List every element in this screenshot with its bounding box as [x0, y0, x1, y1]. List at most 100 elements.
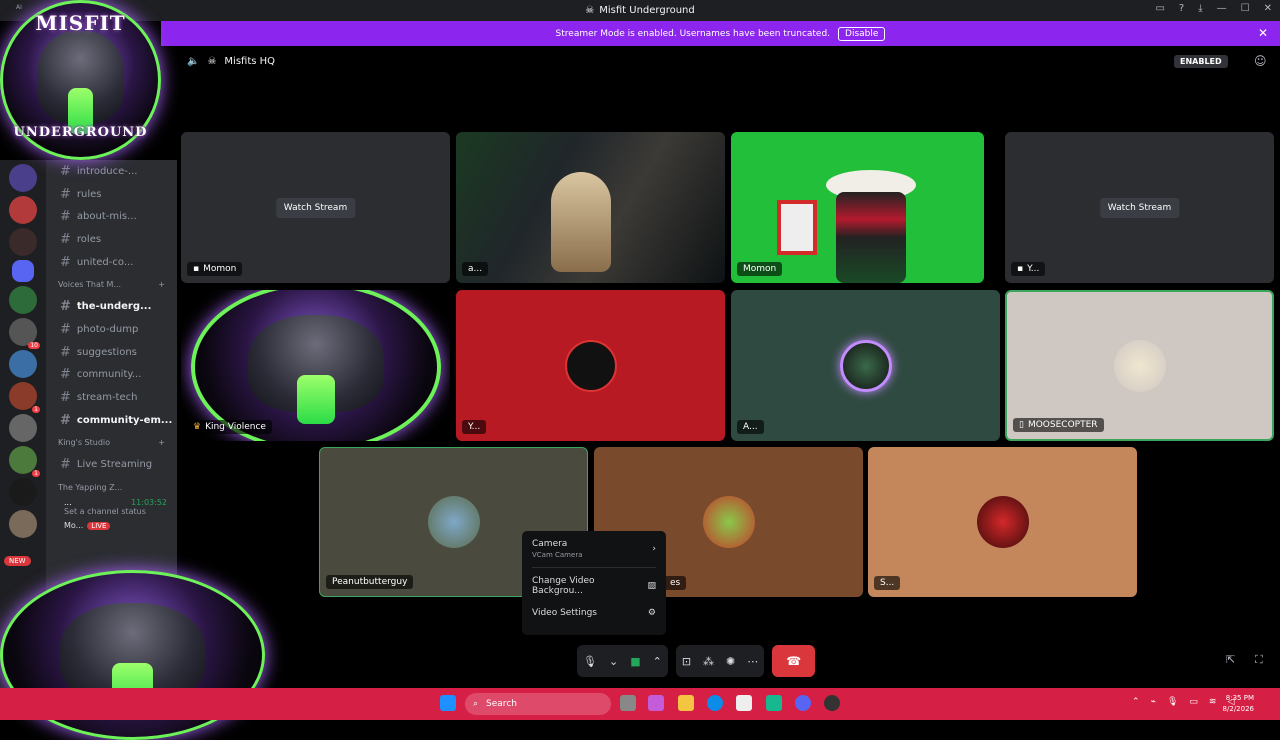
minimize-button[interactable]: — — [1217, 3, 1227, 14]
wifi-icon[interactable]: ≋ — [1209, 697, 1217, 707]
screen-share-icon[interactable]: ⊡ — [682, 655, 691, 668]
voice-user-row[interactable]: ... 11:03:52 Set a channel status Mo... L… — [46, 498, 177, 534]
whiteboard — [777, 200, 817, 255]
channel-item[interactable]: # rules — [46, 183, 177, 206]
voice-channel-label: The Yapping Z... — [58, 482, 123, 492]
close-window-button[interactable]: ✕ — [1264, 3, 1272, 14]
server-icon[interactable]: 10 — [9, 318, 40, 349]
chevron-up-icon[interactable]: ⌃ — [653, 655, 662, 668]
server-icon[interactable]: 1 — [9, 382, 40, 413]
video-tile[interactable]: a... — [456, 132, 725, 283]
server-icon[interactable] — [9, 228, 37, 256]
display-icon[interactable]: ▭ — [1189, 697, 1198, 707]
more-icon[interactable]: ⋯ — [747, 655, 758, 668]
camera-menu-item[interactable]: Camera VCam Camera › — [532, 539, 656, 559]
server-folder-icon[interactable] — [12, 260, 34, 282]
channel-item[interactable]: # community... — [46, 364, 177, 387]
call-controls: 🎙 ⌄ ■ ⌃ ⊡ ⁂ ✺ ⋯ ☎ — [577, 645, 816, 677]
store-icon[interactable] — [736, 695, 752, 711]
channel-item[interactable]: # community-em... — [46, 409, 177, 432]
server-icon[interactable] — [9, 350, 37, 378]
stream-tile[interactable]: Watch Stream ▪ Y... — [1005, 132, 1274, 283]
windows-start-icon[interactable] — [440, 695, 456, 711]
server-icon[interactable] — [9, 478, 37, 506]
channel-item[interactable]: # suggestions — [46, 341, 177, 364]
server-icon[interactable] — [9, 164, 37, 192]
divider — [532, 567, 656, 568]
server-icon[interactable] — [9, 510, 37, 538]
enabled-badge[interactable]: ENABLED — [1174, 55, 1228, 68]
chevron-up-icon[interactable]: ⌃ — [1132, 697, 1140, 707]
channel-item[interactable]: # stream-tech — [46, 386, 177, 409]
channel-item[interactable]: # about-mis... — [46, 205, 177, 228]
avatar-tile[interactable]: Y... — [456, 290, 725, 441]
avatar-tile[interactable]: A... — [731, 290, 1000, 441]
avatar-tile[interactable]: ♛ King Violence — [181, 290, 450, 441]
network-icon[interactable]: ⌁ — [1151, 697, 1156, 707]
disconnect-button[interactable]: ☎ — [772, 645, 816, 677]
server-icon[interactable] — [9, 196, 37, 224]
activity-icon[interactable]: ☺ — [1254, 54, 1267, 68]
activities-icon[interactable]: ⁂ — [703, 655, 714, 668]
media-controls: 🎙 ⌄ ■ ⌃ — [577, 645, 668, 677]
avatar-tile[interactable]: S... — [868, 447, 1137, 597]
app-icon[interactable] — [766, 695, 782, 711]
watch-stream-button[interactable]: Watch Stream — [275, 197, 356, 218]
copilot-icon[interactable] — [648, 695, 664, 711]
category-label: Voices That M... — [58, 279, 122, 289]
change-background-item[interactable]: Change Video Backgrou... ▨ — [532, 576, 656, 596]
phone-icon: ▯ — [1019, 420, 1024, 430]
channel-label: roles — [76, 233, 102, 245]
edge-icon[interactable] — [707, 695, 723, 711]
channel-item[interactable]: # united-co... — [46, 251, 177, 274]
screen-icon: ▪ — [1017, 264, 1024, 274]
video-settings-label: Video Settings — [532, 608, 597, 618]
server-name: Misfits HQ — [224, 55, 276, 67]
server-icon[interactable] — [9, 286, 37, 314]
add-icon[interactable]: + — [158, 280, 165, 289]
channel-item[interactable]: #pencil-iconintroduce-... — [46, 160, 177, 183]
maximize-button[interactable]: ☐ — [1241, 3, 1250, 14]
server-icon[interactable] — [9, 414, 37, 442]
disable-button[interactable]: Disable — [838, 26, 886, 41]
popout-icon[interactable]: ⇱ — [1226, 653, 1235, 666]
video-tile[interactable]: Momon — [731, 132, 984, 283]
avatar-tile[interactable]: ▯ MOOSECOPTER — [1005, 290, 1274, 441]
tile-name: es — [664, 576, 687, 590]
watch-stream-button[interactable]: Watch Stream — [1099, 197, 1180, 218]
help-icon[interactable]: ? — [1179, 3, 1184, 14]
channel-item[interactable]: # the-underg... — [46, 295, 177, 318]
chevron-down-icon[interactable]: ⌄ — [609, 655, 618, 668]
category-kings-studio[interactable]: King's Studio + — [46, 432, 177, 454]
channel-item[interactable]: # photo-dump — [46, 318, 177, 341]
channel-item[interactable]: # roles — [46, 228, 177, 251]
close-icon[interactable]: ✕ — [1258, 26, 1268, 40]
search-label: Search — [486, 699, 517, 709]
live-badge: LIVE — [87, 522, 111, 531]
file-explorer-icon[interactable] — [678, 695, 694, 711]
microphone-icon[interactable]: 🎙 — [1167, 697, 1178, 707]
video-settings-item[interactable]: Video Settings ⚙ — [532, 608, 656, 618]
voice-channel[interactable]: The Yapping Z... — [46, 476, 177, 498]
inbox-icon[interactable]: ▭ — [1155, 3, 1164, 14]
camera-icon[interactable]: ■ — [630, 655, 640, 668]
taskbar-search[interactable]: ⌕ Search — [465, 693, 611, 715]
task-view-icon[interactable] — [620, 695, 636, 711]
stream-tile[interactable]: Watch Stream ▪ Momon — [181, 132, 450, 283]
soundboard-icon[interactable]: ✺ — [726, 655, 735, 668]
category-voices[interactable]: Voices That M... + — [46, 273, 177, 295]
obs-icon[interactable] — [824, 695, 840, 711]
server-icon[interactable]: 1 — [9, 446, 40, 477]
clock[interactable]: 8:35 PM 8/2/2026 — [1223, 693, 1254, 715]
notification-badge: 10 — [28, 342, 40, 349]
fullscreen-icon[interactable]: ⛶ — [1255, 653, 1263, 667]
channel-item[interactable]: # Live Streaming — [46, 454, 177, 477]
add-icon[interactable]: + — [158, 438, 165, 447]
avatar-image — [191, 290, 441, 441]
download-icon[interactable]: ⤓ — [1198, 3, 1202, 14]
speaker-icon: 🔈 — [187, 55, 200, 67]
discord-icon[interactable] — [795, 695, 811, 711]
voice-status[interactable]: Set a channel status — [64, 507, 177, 516]
screen-icon: ▪ — [193, 264, 200, 274]
microphone-icon[interactable]: 🎙 — [583, 655, 597, 668]
